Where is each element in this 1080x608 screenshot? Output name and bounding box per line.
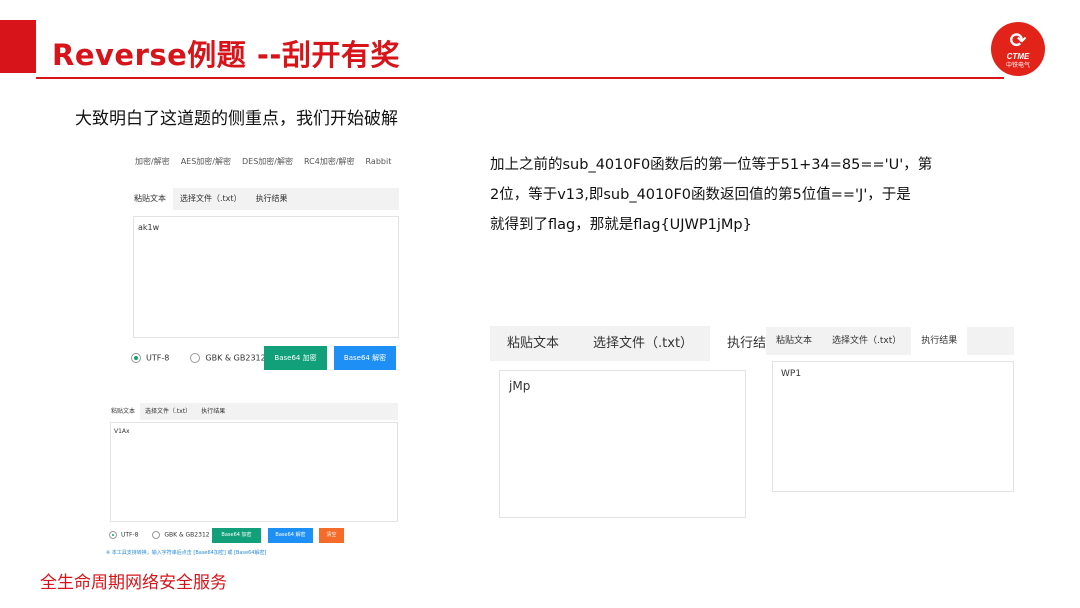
clear-button[interactable]: 清空: [319, 528, 344, 543]
text-input-area[interactable]: ak1w: [133, 216, 399, 338]
tool-tabs: 粘贴文本 选择文件（.txt） 执行结果: [766, 327, 1014, 355]
radio-utf8-label: UTF-8: [121, 531, 139, 539]
logo-subtext: 中铁电气: [1005, 62, 1030, 69]
input-value: ak1w: [138, 223, 160, 232]
base64-encode-button[interactable]: Base64 加密: [264, 346, 327, 370]
tab-choose-file[interactable]: 选择文件（.txt）: [576, 326, 710, 361]
radio-gbk-label: GBK & GB2312: [205, 353, 266, 363]
tool-tabs: 粘贴文本 选择文件（.txt） 执行结果: [490, 326, 797, 361]
radio-utf8-icon[interactable]: [131, 353, 141, 363]
intro-text: 大致明白了这道题的侧重点，我们开始破解: [75, 109, 398, 129]
radio-gbk-icon[interactable]: [152, 531, 161, 539]
slide-title: Reverse例题 --刮开有奖: [52, 38, 400, 72]
tab-choose-file[interactable]: 选择文件（.txt）: [822, 327, 911, 355]
tool-top-menu: 加密/解密 AES加密/解密 DES加密/解密 RC4加密/解密 Rabbit: [127, 148, 399, 174]
tab-paste-text[interactable]: 粘贴文本: [766, 327, 822, 355]
tab-result[interactable]: 执行结果: [196, 403, 230, 420]
explanation-line: 加上之前的sub_4010F0函数后的第一位等于51+34=85=='U'，第: [490, 157, 933, 173]
tool-tip: ※ 本工具支持转换，输入字符串后点击 [Base64加密] 或 [Base64解…: [106, 550, 267, 556]
tool-tabs: 粘贴文本 选择文件（.txt） 执行结果: [106, 403, 398, 420]
tab-paste-text[interactable]: 粘贴文本: [127, 188, 173, 210]
menu-item-rabbit[interactable]: Rabbit: [366, 157, 392, 166]
radio-gbk-icon[interactable]: [190, 353, 201, 363]
radio-utf8-icon[interactable]: [109, 531, 117, 539]
menu-item-des[interactable]: DES加密/解密: [242, 156, 293, 167]
base64-decode-button[interactable]: Base64 解密: [268, 528, 313, 543]
header-divider: [36, 77, 1004, 79]
tab-choose-file[interactable]: 选择文件（.txt）: [140, 403, 196, 420]
encoding-options: UTF-8 GBK & GB2312: [131, 353, 266, 363]
tab-result[interactable]: 执行结果: [249, 188, 295, 210]
menu-item-aes[interactable]: AES加密/解密: [181, 156, 231, 167]
input-value: V1Ax: [114, 428, 130, 435]
tab-choose-file[interactable]: 选择文件（.txt）: [173, 188, 249, 210]
logo-mark-icon: ⟳: [1009, 28, 1027, 52]
logo-text: CTME: [1006, 52, 1030, 61]
tab-paste-text[interactable]: 粘贴文本: [106, 403, 141, 420]
tool-tabs: 粘贴文本 选择文件（.txt） 执行结果: [127, 188, 399, 210]
base64-tool-v1ax: 粘贴文本 选择文件（.txt） 执行结果 V1Ax UTF-8 GBK & GB…: [106, 403, 398, 558]
result-panel-wp1: 粘贴文本 选择文件（.txt） 执行结果 WP1: [766, 327, 1014, 492]
result-panel-jmp: 粘贴文本 选择文件（.txt） 执行结果 jMp: [490, 326, 797, 518]
encoding-options: UTF-8 GBK & GB2312: [109, 531, 210, 539]
base64-decode-button[interactable]: Base64 解密: [334, 346, 396, 370]
text-input-area[interactable]: V1Ax: [110, 422, 398, 522]
tab-paste-text[interactable]: 粘贴文本: [490, 326, 576, 361]
tab-result[interactable]: 执行结果: [911, 327, 968, 355]
radio-utf8-label: UTF-8: [146, 353, 170, 363]
base64-encode-button[interactable]: Base64 加密: [212, 528, 261, 543]
base64-tool-ak1w: 加密/解密 AES加密/解密 DES加密/解密 RC4加密/解密 Rabbit …: [127, 148, 399, 378]
explanation-text: 加上之前的sub_4010F0函数后的第一位等于51+34=85=='U'，第 …: [490, 150, 1010, 240]
menu-item-rc4[interactable]: RC4加密/解密: [304, 156, 355, 167]
menu-item-encrypt[interactable]: 加密/解密: [135, 156, 170, 167]
company-logo: ⟳ CTME 中铁电气: [991, 22, 1045, 76]
result-output[interactable]: WP1: [772, 361, 1014, 492]
title-accent-bar: [0, 20, 36, 73]
explanation-line: 就得到了flag，那就是flag{UJWP1jMp}: [490, 217, 752, 233]
explanation-line: 2位，等于v13,即sub_4010F0函数返回值的第5位值=='J'，于是: [490, 187, 911, 203]
result-output[interactable]: jMp: [499, 370, 746, 518]
radio-gbk-label: GBK & GB2312: [164, 531, 210, 539]
footer-slogan: 全生命周期网络安全服务: [40, 573, 227, 593]
